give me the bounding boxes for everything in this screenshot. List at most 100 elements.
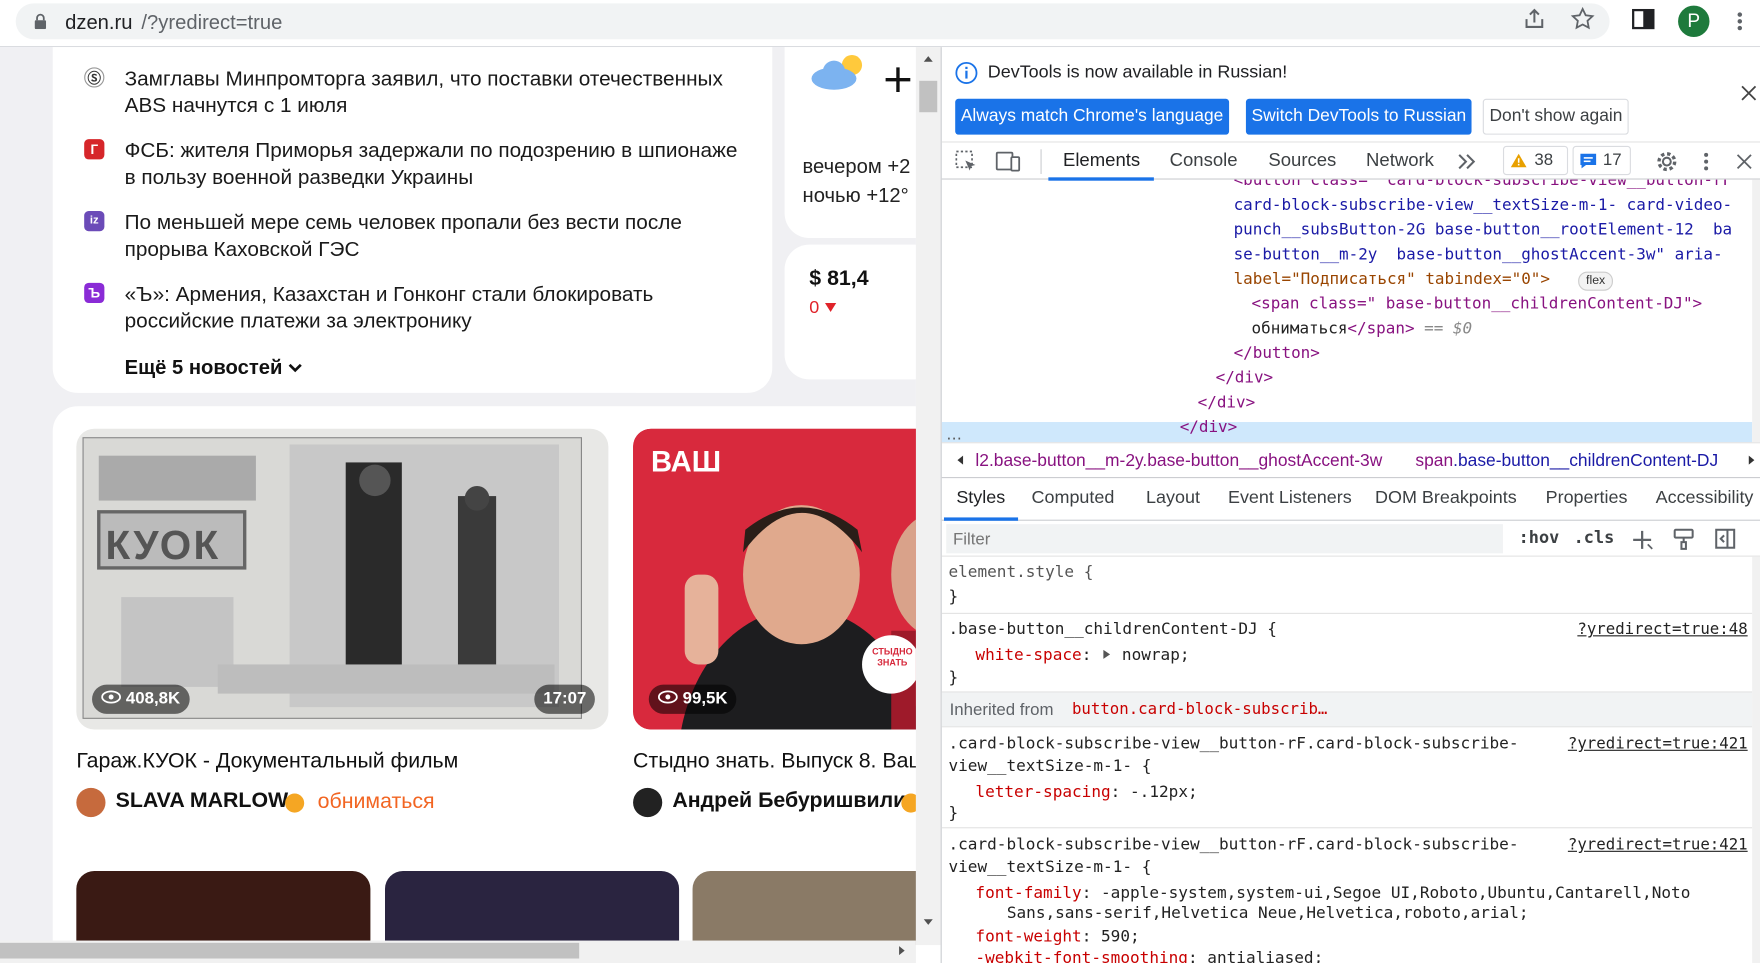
styles-pane[interactable]: element.style { } .base-button__children… <box>941 556 1760 963</box>
video-thumbnail[interactable] <box>76 870 371 946</box>
subscribe-button[interactable]: обниматься <box>318 790 435 815</box>
tab-computed[interactable]: Computed <box>1032 488 1115 508</box>
css-declaration[interactable]: font-family: -apple-system,system-ui,Seg… <box>975 883 1690 903</box>
device-toolbar-icon[interactable] <box>994 149 1021 174</box>
paint-roller-icon[interactable] <box>1672 528 1694 550</box>
channel-name[interactable]: Андрей Бебуришвили <box>672 789 906 814</box>
close-icon[interactable] <box>1741 85 1757 101</box>
dom-tree[interactable]: <button class=" card-block-subscribe-vie… <box>941 179 1760 443</box>
dom-line: se-button__m-2y base-button__ghostAccent… <box>1233 245 1723 264</box>
breadcrumb-item[interactable]: l2.base-button__m-2y.base-button__ghostA… <box>975 451 1408 471</box>
video-thumbnail[interactable] <box>692 870 916 946</box>
styles-scrollbar[interactable] <box>1752 556 1760 963</box>
video-thumbnail[interactable] <box>385 870 680 946</box>
bookmark-star-icon[interactable] <box>1570 6 1595 32</box>
rule-close-brace: } <box>948 588 959 607</box>
tab-sources[interactable]: Sources <box>1268 150 1336 171</box>
warnings-counter[interactable]: 38 <box>1502 145 1569 176</box>
source-link[interactable]: ?yredirect=true:48 <box>1577 621 1747 639</box>
messages-counter[interactable]: 17 <box>1572 145 1631 176</box>
settings-gear-icon[interactable] <box>1654 149 1679 174</box>
breadcrumb-right-icon[interactable] <box>1748 455 1757 466</box>
weather-card[interactable]: вечером +2 ночью +12° <box>784 47 916 238</box>
selected-node-close-tag: </span> <box>1347 319 1415 338</box>
side-panel-icon[interactable] <box>1631 7 1656 32</box>
news-item[interactable]: По меньшей мере семь человек пропали без… <box>125 209 754 263</box>
news-item[interactable]: Замглавы Минпромторга заявил, что постав… <box>125 65 754 119</box>
tab-properties[interactable]: Properties <box>1546 488 1628 508</box>
more-news-button[interactable]: Ещё 5 новостей <box>125 356 304 380</box>
news-source-icon: iz <box>84 211 105 232</box>
tab-dom-breakpoints[interactable]: DOM Breakpoints <box>1375 488 1517 508</box>
css-declaration[interactable]: -webkit-font-smoothing: antialiased; <box>975 948 1323 963</box>
breadcrumb-item-active[interactable]: span.base-button__childrenContent-DJ <box>1415 451 1718 471</box>
css-declaration[interactable]: font-weight: 590; <box>975 927 1139 947</box>
dom-scrollbar[interactable] <box>1752 179 1760 443</box>
switch-to-russian-button[interactable]: Switch DevTools to Russian <box>1245 98 1472 135</box>
breadcrumb-left-icon[interactable] <box>955 455 964 466</box>
tab-console[interactable]: Console <box>1170 150 1238 171</box>
news-item[interactable]: «Ъ»: Армения, Казахстан и Гонконг стали … <box>125 281 754 335</box>
dont-show-again-button[interactable]: Don't show again <box>1482 98 1630 135</box>
browser-menu-icon[interactable] <box>1735 6 1744 37</box>
rule-selector[interactable]: .base-button__childrenContent-DJ { <box>948 621 1276 639</box>
toggle-sidebar-icon[interactable] <box>1714 528 1736 550</box>
scroll-right-icon[interactable] <box>898 945 907 956</box>
tab-accessibility[interactable]: Accessibility <box>1656 488 1754 508</box>
cls-toggle[interactable]: .cls <box>1574 528 1615 548</box>
video-thumbnail[interactable]: ВАШ СТЫДНО ЗНАТЬ 99,5K <box>633 428 916 730</box>
css-declaration[interactable]: white-space: nowrap; <box>975 645 1189 665</box>
tab-elements[interactable]: Elements <box>1063 150 1140 171</box>
scroll-down-icon[interactable] <box>923 918 934 927</box>
css-declaration[interactable]: letter-spacing: -.12px; <box>975 782 1197 802</box>
channel-name[interactable]: SLAVA MARLOW <box>116 789 289 814</box>
video-title[interactable]: Стыдно знать. Выпуск 8. Ваш <box>633 750 916 775</box>
currency-card[interactable]: $ 81,4 0 <box>784 244 916 380</box>
video-title[interactable]: Гараж.КУОК - Документальный фильм <box>76 750 458 775</box>
inspect-element-icon[interactable] <box>954 149 979 174</box>
news-item[interactable]: ФСБ: жителя Приморья задержали по подозр… <box>125 137 754 191</box>
profile-avatar[interactable]: P <box>1678 5 1710 38</box>
news-source-icon: Ъ <box>84 282 105 304</box>
hov-toggle[interactable]: :hov <box>1519 528 1560 548</box>
expand-triangle-icon[interactable] <box>1101 649 1112 660</box>
tab-styles[interactable]: Styles <box>956 488 1005 508</box>
vertical-scroll-thumb[interactable] <box>919 80 938 113</box>
news-source-icon: Ⓢ <box>84 67 105 88</box>
selected-node-open-tag[interactable]: <span class=" base-button__childrenConte… <box>1252 292 1703 317</box>
usd-change: 0 <box>809 299 837 319</box>
css-property: -webkit-font-smoothing <box>975 949 1188 963</box>
tab-network[interactable]: Network <box>1366 150 1434 171</box>
element-style-rule[interactable]: element.style { <box>948 563 1093 581</box>
add-icon[interactable] <box>883 65 912 94</box>
tab-layout[interactable]: Layout <box>1146 488 1200 508</box>
source-link[interactable]: ?yredirect=true:421 <box>1568 735 1748 753</box>
rule-selector[interactable]: .card-block-subscribe-view__button-rF.ca… <box>948 735 1518 753</box>
rule-selector[interactable]: .card-block-subscribe-view__button-rF.ca… <box>948 836 1518 854</box>
more-tabs-icon[interactable] <box>1457 153 1477 171</box>
lock-icon[interactable] <box>34 13 47 30</box>
new-style-rule-icon[interactable] <box>1632 529 1654 551</box>
node-actions-ellipsis[interactable]: ⋯ <box>946 429 962 442</box>
horizontal-scroll-thumb[interactable] <box>0 942 580 959</box>
channel-avatar[interactable] <box>76 787 106 818</box>
inherited-node-link[interactable]: button.card-block-subscrib… <box>1072 700 1327 718</box>
channel-avatar[interactable] <box>633 787 663 818</box>
browser-toolbar: dzen.ru /?yredirect=true P <box>0 0 1760 48</box>
scroll-up-icon[interactable] <box>923 54 934 63</box>
source-link[interactable]: ?yredirect=true:421 <box>1568 836 1748 854</box>
devtools-menu-icon[interactable] <box>1702 149 1711 174</box>
address-bar[interactable]: dzen.ru /?yredirect=true <box>15 3 1610 40</box>
share-icon[interactable] <box>1522 7 1547 32</box>
video-thumbnail[interactable]: КУОК 408,8K 17:07 <box>76 428 609 730</box>
styles-filter-input[interactable] <box>946 524 1503 554</box>
page-vertical-scrollbar[interactable] <box>915 47 941 946</box>
close-devtools-icon[interactable] <box>1736 154 1752 170</box>
rule-close-brace: } <box>948 804 959 823</box>
flex-badge[interactable]: flex <box>1578 271 1614 291</box>
duration-badge: 17:07 <box>534 684 596 714</box>
thumbnail-title-text: ВАШ <box>651 444 722 479</box>
match-language-button[interactable]: Always match Chrome's language <box>955 98 1229 135</box>
crumb-tag: span <box>1415 451 1454 471</box>
tab-event-listeners[interactable]: Event Listeners <box>1228 488 1352 508</box>
